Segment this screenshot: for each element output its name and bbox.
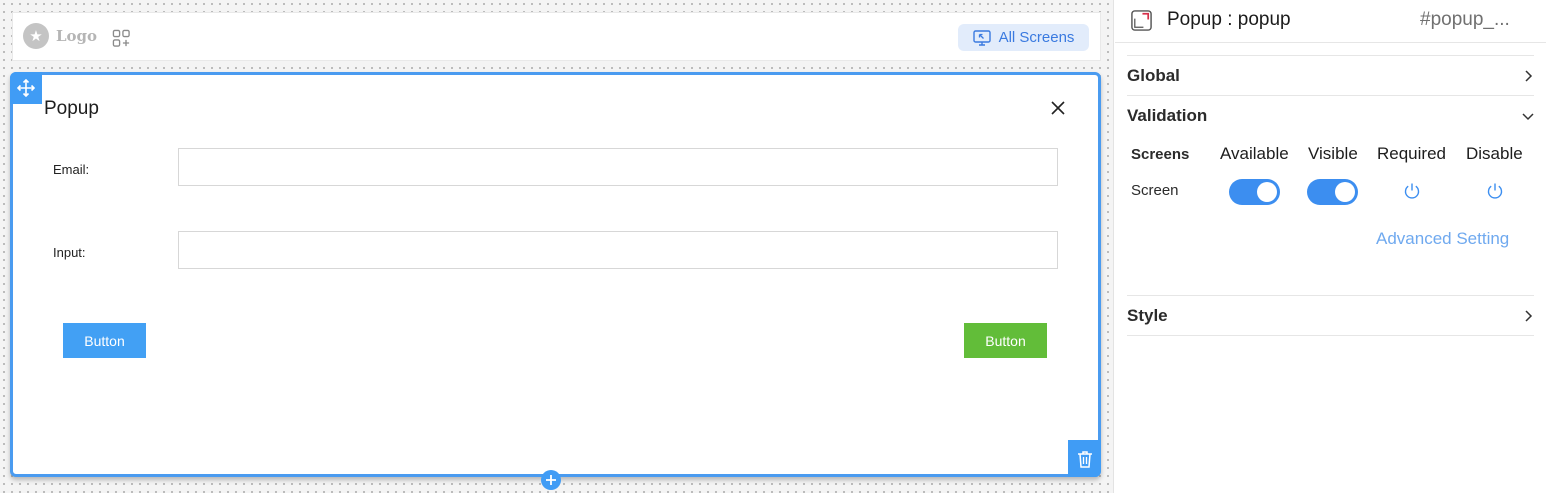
element-id: #popup_... <box>1420 9 1510 30</box>
toggle-knob <box>1335 182 1355 202</box>
visible-toggle[interactable] <box>1307 179 1358 205</box>
chevron-down-icon <box>1522 112 1534 120</box>
all-screens-label: All Screens <box>998 29 1075 46</box>
email-field[interactable] <box>178 148 1058 186</box>
email-label: Email: <box>53 162 90 177</box>
properties-panel: Popup : popup #popup_... Global Validati… <box>1115 0 1546 493</box>
toggle-knob <box>1257 182 1277 202</box>
apps-icon[interactable] <box>112 29 131 48</box>
design-canvas[interactable]: ★ Logo All Screens Popup Email: Input: B… <box>0 0 1114 493</box>
power-icon[interactable] <box>1402 181 1422 201</box>
move-handle[interactable] <box>10 72 42 104</box>
page-header[interactable]: ★ Logo All Screens <box>12 12 1101 61</box>
star-icon: ★ <box>23 23 49 49</box>
validation-header-disable: Disable <box>1466 144 1523 163</box>
success-button[interactable]: Button <box>964 323 1047 358</box>
delete-handle[interactable] <box>1068 440 1101 477</box>
logo[interactable]: ★ Logo <box>23 23 97 49</box>
section-global[interactable]: Global <box>1127 55 1534 95</box>
screen-row-label: Screen <box>1131 182 1179 199</box>
section-style-title: Style <box>1127 305 1168 325</box>
screen-icon <box>972 29 991 46</box>
popup-icon <box>1131 10 1152 31</box>
section-global-title: Global <box>1127 65 1180 85</box>
logo-text: Logo <box>56 27 98 45</box>
section-divider <box>1127 335 1534 336</box>
trash-icon <box>1077 450 1092 468</box>
validation-header-screens: Screens <box>1131 146 1190 163</box>
all-screens-button[interactable]: All Screens <box>958 24 1089 51</box>
chevron-right-icon <box>1525 69 1533 82</box>
validation-header-visible: Visible <box>1308 144 1358 163</box>
popup-title: Popup <box>44 98 99 119</box>
advanced-setting-link[interactable]: Advanced Setting <box>1376 229 1509 249</box>
section-validation[interactable]: Validation <box>1127 95 1534 135</box>
close-icon[interactable] <box>1049 99 1067 117</box>
popup-container[interactable]: Popup Email: Input: Button Button <box>10 72 1101 477</box>
add-element-button[interactable] <box>541 470 561 490</box>
section-validation-title: Validation <box>1127 105 1208 125</box>
chevron-right-icon <box>1525 309 1533 322</box>
primary-button[interactable]: Button <box>63 323 146 358</box>
input-field[interactable] <box>178 231 1058 269</box>
move-icon <box>17 79 35 97</box>
panel-title: Popup : popup <box>1167 9 1291 30</box>
validation-header-required: Required <box>1377 144 1446 163</box>
panel-header: Popup : popup #popup_... <box>1115 0 1546 43</box>
section-style[interactable]: Style <box>1127 295 1534 335</box>
validation-header-available: Available <box>1220 144 1289 163</box>
available-toggle[interactable] <box>1229 179 1280 205</box>
power-icon[interactable] <box>1485 181 1505 201</box>
input-label: Input: <box>53 245 86 260</box>
plus-icon <box>546 475 556 485</box>
